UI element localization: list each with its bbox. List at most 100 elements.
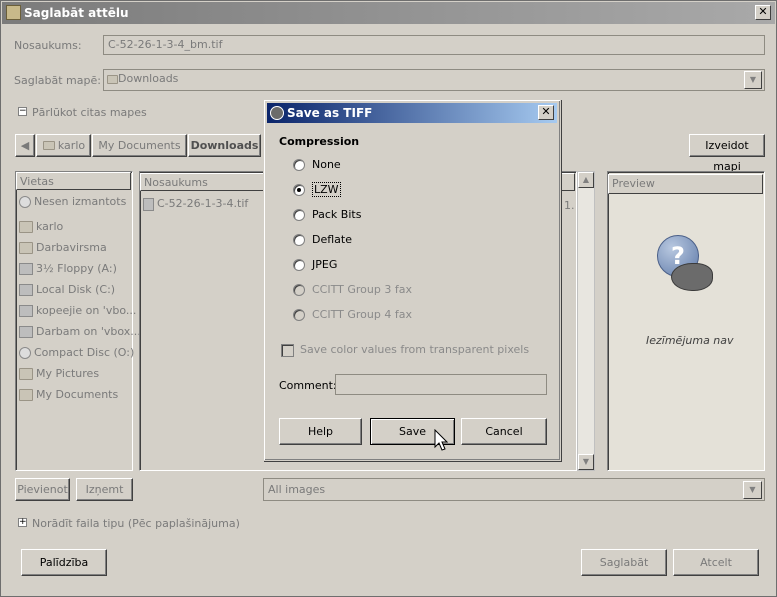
save-button[interactable]: Saglabāt [581,549,667,576]
radio-deflate[interactable]: Deflate [293,231,352,249]
path-item-karlo[interactable]: karlo [36,134,91,157]
radio-button[interactable] [293,234,305,246]
radio-button-disabled [293,284,305,296]
place-my-pictures[interactable]: My Pictures [19,364,99,384]
dialog-title: Save as TIFF [287,106,373,120]
place-label: My Pictures [36,367,100,380]
mouse-cursor-icon [434,429,448,451]
window-titlebar[interactable]: Saglabāt attēlu ✕ [2,2,775,24]
radio-button-disabled [293,309,305,321]
drive-icon [19,263,33,275]
compression-heading: Compression [279,135,360,148]
radio-button[interactable] [293,159,305,171]
radio-button[interactable] [293,259,305,271]
path-item-label: karlo [57,139,86,152]
dialog-cancel-button[interactable]: Cancel [461,418,547,445]
save-as-tiff-dialog: Save as TIFF ✕ Compression None LZW Pack… [263,99,561,461]
radio-none[interactable]: None [293,156,341,174]
expand-icon[interactable]: + [18,518,27,527]
places-header[interactable]: Vietas [16,172,131,190]
place-local-disk[interactable]: Local Disk (C:) [19,280,115,300]
recent-icon [19,196,31,208]
radio-button[interactable] [293,209,305,221]
place-label: karlo [36,220,64,233]
folder-select[interactable]: Downloads [103,69,765,91]
remove-place-button[interactable]: Izņemt [76,478,133,501]
image-file-icon [143,197,154,211]
radio-label: None [312,158,341,171]
gimp-mascot-icon [671,263,713,291]
place-label: My Documents [36,388,119,401]
radio-label: JPEG [312,258,338,271]
place-network-darbam[interactable]: Darbam on 'vbox... [19,322,141,342]
place-label: Darbam on 'vbox... [36,325,141,338]
name-input[interactable]: C-52-26-1-3-4_bm.tif [103,35,765,55]
radio-button-selected[interactable] [293,184,305,196]
file-name: C-52-26-1-3-4.tif [157,197,249,210]
path-back-button[interactable]: ◀ [15,134,35,157]
dialog-help-button[interactable]: Help [279,418,362,445]
place-label: 3½ Floppy (A:) [36,262,117,275]
drive-icon [19,284,33,296]
comment-label: Comment: [279,379,337,392]
radio-label: Pack Bits [312,208,362,221]
window-close-button[interactable]: ✕ [755,5,771,20]
place-my-documents[interactable]: My Documents [19,385,118,405]
folder-icon [43,141,55,150]
path-item-my-documents[interactable]: My Documents [92,134,187,157]
comment-input[interactable] [335,374,547,395]
radio-pack-bits[interactable]: Pack Bits [293,206,361,224]
file-clipped-text: 1. [564,199,575,212]
place-label: Compact Disc (O:) [34,346,135,359]
scroll-down-icon[interactable]: ▼ [578,454,594,470]
network-drive-icon [19,326,33,338]
dialog-close-button[interactable]: ✕ [538,105,554,120]
help-button[interactable]: Palīdzība [21,549,107,576]
window-title: Saglabāt attēlu [24,6,129,20]
cancel-button[interactable]: Atcelt [673,549,759,576]
transparent-pixels-checkbox: Save color values from transparent pixel… [281,343,529,357]
place-label: Nesen izmantots [34,195,127,208]
place-recent[interactable]: Nesen izmantots [19,192,126,212]
checkbox-box [281,343,294,357]
place-label: kopeejie on 'vbo... [36,304,137,317]
dialog-titlebar[interactable]: Save as TIFF ✕ [267,103,557,123]
path-item-downloads[interactable]: Downloads [188,134,261,157]
network-drive-icon [19,305,33,317]
place-network-kopeejie[interactable]: kopeejie on 'vbo... [19,301,136,321]
disc-icon [19,347,31,359]
file-row[interactable]: C-52-26-1-3-4.tif [143,194,248,214]
place-floppy[interactable]: 3½ Floppy (A:) [19,259,117,279]
folder-icon [107,75,118,84]
save-image-window: Saglabāt attēlu ✕ Nosaukums: C-52-26-1-3… [0,0,777,597]
create-folder-button[interactable]: Izveidot mapi [689,134,765,173]
add-place-button[interactable]: Pievienot [15,478,70,501]
checkbox-label: Save color values from transparent pixel… [300,343,530,356]
preview-empty-text: Iezīmējuma nav [646,334,734,347]
gimp-icon [270,106,284,120]
browse-toggle[interactable]: Pārlūkot citas mapes [32,106,147,119]
radio-label: CCITT Group 3 fax [312,283,412,296]
place-compact-disc[interactable]: Compact Disc (O:) [19,343,134,363]
places-panel [15,171,133,471]
chevron-down-icon[interactable]: ▼ [744,71,762,89]
place-karlo[interactable]: karlo [19,217,63,237]
preview-header: Preview [608,174,763,194]
files-scrollbar[interactable]: ▲ ▼ [577,171,595,471]
folder-icon [19,389,33,401]
folder-select-value: Downloads [118,72,179,85]
radio-label: CCITT Group 4 fax [312,308,412,321]
chevron-down-icon[interactable]: ▼ [743,481,762,499]
collapse-icon[interactable]: − [18,107,27,116]
place-label: Darbavirsma [36,241,107,254]
folder-icon [19,242,33,254]
folder-icon [19,221,33,233]
radio-ccitt-g3: CCITT Group 3 fax [293,281,412,299]
radio-lzw[interactable]: LZW [293,181,341,199]
radio-jpeg[interactable]: JPEG [293,256,337,274]
file-filter-select[interactable]: All images [263,478,765,501]
scroll-up-icon[interactable]: ▲ [578,172,594,188]
place-label: Local Disk (C:) [36,283,116,296]
file-type-toggle[interactable]: Norādīt faila tipu (Pēc paplašinājuma) [32,517,240,530]
place-desktop[interactable]: Darbavirsma [19,238,107,258]
